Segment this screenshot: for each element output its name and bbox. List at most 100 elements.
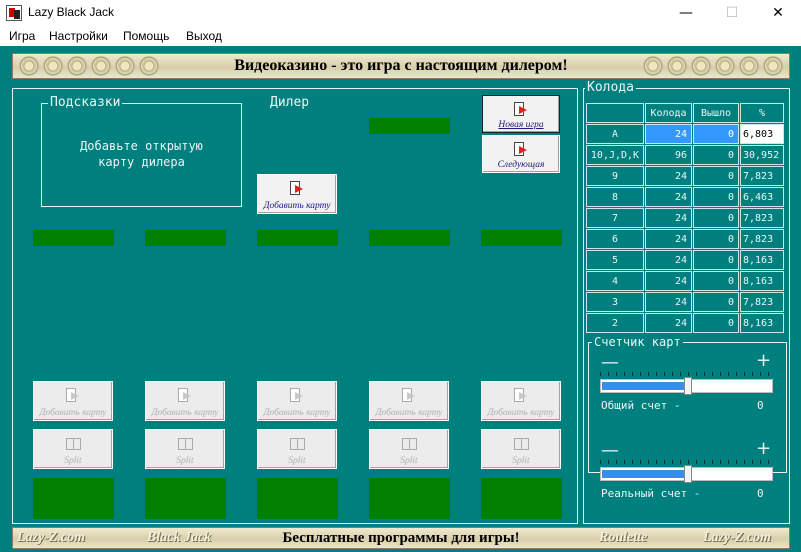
- split-label: Split: [400, 456, 418, 466]
- player-bet-slot: [369, 478, 450, 519]
- slider-thumb[interactable]: [684, 377, 692, 395]
- table-row[interactable]: 2 24 0 8,163: [586, 313, 784, 333]
- menu-settings[interactable]: Настройки: [49, 29, 108, 43]
- deck-count: 24: [645, 229, 692, 249]
- dealer-add-card-label: Добавить карту: [263, 201, 331, 211]
- deck-card: 5: [586, 250, 644, 270]
- slider-fill: [602, 470, 687, 478]
- deck-out: 0: [693, 292, 739, 312]
- deck-count: 24: [645, 313, 692, 333]
- real-count-value: 0: [757, 487, 764, 500]
- player-add-card-button[interactable]: Добавить карту: [257, 381, 337, 421]
- split-icon: [513, 436, 529, 450]
- split-icon: [401, 436, 417, 450]
- deck-count: 24: [645, 271, 692, 291]
- dealer-card-slot: [369, 118, 450, 134]
- minus-icon[interactable]: —: [601, 354, 619, 372]
- split-label: Split: [512, 456, 530, 466]
- total-count-label: Общий счет -: [601, 399, 681, 412]
- player-add-card-button[interactable]: Добавить карту: [145, 381, 225, 421]
- deck-percent: 7,823: [740, 166, 784, 186]
- split-button[interactable]: Split: [481, 429, 561, 469]
- player-card-slot: [33, 230, 114, 246]
- deck-percent: 6,463: [740, 187, 784, 207]
- slider-thumb[interactable]: [684, 465, 692, 483]
- deck-card: 2: [586, 313, 644, 333]
- split-button[interactable]: Split: [257, 429, 337, 469]
- deck-percent: 8,163: [740, 271, 784, 291]
- deck-card: 10,J,D,K: [586, 145, 644, 165]
- deck-card: A: [586, 124, 644, 144]
- table-row[interactable]: 3 24 0 7,823: [586, 292, 784, 312]
- new-game-button[interactable]: Новая игра: [482, 95, 560, 133]
- player-add-card-button[interactable]: Добавить карту: [369, 381, 449, 421]
- deck-percent: 6,803: [740, 124, 784, 144]
- add-card-icon: [513, 388, 529, 402]
- dealer-add-card-button[interactable]: Добавить карту: [257, 174, 337, 214]
- table-row[interactable]: 6 24 0 7,823: [586, 229, 784, 249]
- next-icon: [513, 142, 529, 156]
- deck-card: 4: [586, 271, 644, 291]
- menu-game[interactable]: Игра: [9, 29, 35, 43]
- deck-percent: 7,823: [740, 229, 784, 249]
- banner-slogan: Видеоказино - это игра с настоящим дилер…: [234, 57, 568, 74]
- minimize-button[interactable]: —: [663, 0, 709, 26]
- table-row[interactable]: 4 24 0 8,163: [586, 271, 784, 291]
- table-row[interactable]: 7 24 0 7,823: [586, 208, 784, 228]
- roulette-link[interactable]: Roulette: [599, 530, 647, 546]
- deck-header-row: Колода Вышло %: [586, 103, 784, 123]
- deck-out: 0: [693, 271, 739, 291]
- plus-icon[interactable]: +: [756, 352, 771, 370]
- player-add-card-label: Добавить карту: [39, 408, 107, 418]
- site-logo-right[interactable]: Lazy-Z.com: [703, 530, 771, 546]
- deck-out: 0: [693, 124, 739, 144]
- deck-count: 24: [645, 292, 692, 312]
- deck-col-out: Вышло: [693, 103, 739, 123]
- player-add-card-label: Добавить карту: [263, 408, 331, 418]
- player-card-slot: [257, 230, 338, 246]
- deck-count: 24: [645, 166, 692, 186]
- menu-help[interactable]: Помощь: [123, 29, 169, 43]
- table-row[interactable]: A 24 0 6,803: [586, 124, 784, 144]
- deck-percent: 7,823: [740, 208, 784, 228]
- new-game-label: Новая игра: [498, 120, 544, 130]
- menu-exit[interactable]: Выход: [186, 29, 222, 43]
- table-row[interactable]: 8 24 0 6,463: [586, 187, 784, 207]
- deck-card: 8: [586, 187, 644, 207]
- plus-icon[interactable]: +: [756, 440, 771, 458]
- hint-line-2: карту дилера: [98, 155, 185, 169]
- deck-col-deck: Колода: [645, 103, 692, 123]
- next-button[interactable]: Следующая: [482, 135, 560, 173]
- player-bet-slot: [481, 478, 562, 519]
- player-add-card-label: Добавить карту: [151, 408, 219, 418]
- bottom-banner: Lazy-Z.com Black Jack Бесплатные програм…: [12, 527, 790, 549]
- table-row[interactable]: 10,J,D,K 96 0 30,952: [586, 145, 784, 165]
- split-button[interactable]: Split: [145, 429, 225, 469]
- maximize-button[interactable]: ☐: [709, 0, 755, 26]
- add-card-icon: [401, 388, 417, 402]
- top-banner: Видеоказино - это игра с настоящим дилер…: [12, 53, 790, 79]
- deck-count: 24: [645, 187, 692, 207]
- split-button[interactable]: Split: [369, 429, 449, 469]
- player-add-card-button[interactable]: Добавить карту: [33, 381, 113, 421]
- slider-ticks: [600, 372, 772, 376]
- player-bet-slot: [145, 478, 226, 519]
- deck-out: 0: [693, 145, 739, 165]
- split-icon: [289, 436, 305, 450]
- deck-out: 0: [693, 313, 739, 333]
- deck-col-percent: %: [740, 103, 784, 123]
- split-icon: [65, 436, 81, 450]
- table-row[interactable]: 9 24 0 7,823: [586, 166, 784, 186]
- add-card-icon: [289, 388, 305, 402]
- split-button[interactable]: Split: [33, 429, 113, 469]
- player-add-card-button[interactable]: Добавить карту: [481, 381, 561, 421]
- deck-card: 3: [586, 292, 644, 312]
- table-row[interactable]: 5 24 0 8,163: [586, 250, 784, 270]
- close-button[interactable]: ✕: [755, 0, 801, 26]
- player-add-card-label: Добавить карту: [375, 408, 443, 418]
- slider-ticks: [600, 460, 772, 464]
- deck-percent: 8,163: [740, 250, 784, 270]
- card-counter-title: Счетчик карт: [592, 335, 683, 349]
- minus-icon[interactable]: —: [601, 442, 619, 460]
- split-label: Split: [288, 456, 306, 466]
